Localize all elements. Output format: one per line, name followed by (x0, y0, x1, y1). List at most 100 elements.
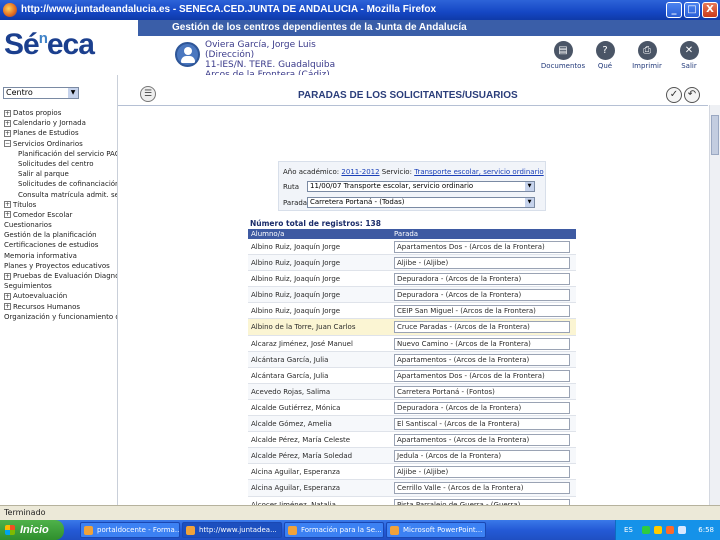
table-row[interactable]: Acevedo Rojas, Salima Carretera Portaná -… (248, 383, 576, 400)
table-row[interactable]: Alcalde Pérez, María Celeste Apartamentos… (248, 432, 576, 449)
sidebar-item[interactable]: + Títulos (0, 200, 117, 210)
language-indicator[interactable]: ES (624, 520, 633, 540)
taskbar-item-2[interactable]: http://www.juntadea... (182, 522, 282, 538)
sidebar-item-label: Títulos (13, 200, 37, 209)
expand-plus-icon[interactable]: + (4, 129, 11, 137)
sidebar-item[interactable]: Organización y funcionamiento del centro (0, 312, 117, 322)
expand-plus-icon[interactable]: + (4, 272, 11, 280)
sidebar-item[interactable]: + Comedor Escolar (0, 210, 117, 220)
clock: 6:58 (698, 526, 714, 534)
table-row[interactable]: Albino Ruiz, Joaquín Jorge Aljibe - (Alji… (248, 255, 576, 272)
sidebar-item[interactable]: − Servicios Ordinarios (0, 139, 117, 149)
stop-field[interactable]: El Santiscal - (Arcos de la Frontera) (394, 418, 570, 431)
stop-field[interactable]: Apartamentos - (Arcos de la Frontera) (394, 434, 570, 447)
stop-field[interactable]: Nuevo Camino - (Arcos de la Frontera) (394, 337, 570, 350)
expand-plus-icon[interactable]: + (4, 211, 11, 219)
sidebar-item[interactable]: Solicitudes del centro (0, 159, 117, 169)
sidebar-item[interactable]: + Datos propios (0, 108, 117, 118)
vertical-scrollbar[interactable] (709, 105, 720, 505)
network-icon[interactable] (654, 526, 662, 534)
stop-field[interactable]: Apartamentos Dos - (Arcos de la Frontera… (394, 369, 570, 382)
stop-field[interactable]: CEIP San Miguel - (Arcos de la Frontera) (394, 305, 570, 318)
table-row[interactable]: Alcántara García, Julia Apartamentos - (A… (248, 351, 576, 368)
stop-field[interactable]: Aljibe - (Aljibe) (394, 466, 570, 479)
taskbar-item-4[interactable]: Microsoft PowerPoint... (386, 522, 486, 538)
student-name: Alcántara García, Julia (251, 355, 329, 364)
parada-select[interactable]: Carretera Portaná - (Todas) ▼ (307, 197, 535, 208)
table-row[interactable]: Albino de la Torre, Juan Carlos Cruce Par… (248, 319, 576, 336)
chevron-down-icon: ▼ (525, 198, 534, 207)
expand-plus-icon[interactable]: + (4, 109, 11, 117)
sidebar-item[interactable]: Planificación del servicio PAC (0, 149, 117, 159)
table-row[interactable]: Alcalde Pérez, María Soledad Jedula - (Ar… (248, 448, 576, 465)
taskbar-item-1[interactable]: portaldocente - Forma... (80, 522, 180, 538)
menu-tree: + Datos propios + Calendario y Jornada + Plan… (0, 108, 117, 322)
messenger-icon[interactable] (678, 526, 686, 534)
sidebar-item[interactable]: Memoria informativa (0, 251, 117, 261)
sidebar-item[interactable]: + Recursos Humanos (0, 302, 117, 312)
stop-field[interactable]: Depuradora - (Arcos de la Frontera) (394, 401, 570, 414)
stop-field[interactable]: Depuradora - (Arcos de la Frontera) (394, 289, 570, 302)
table-row[interactable]: Alcalde Gómez, Amelia El Santiscal - (Arc… (248, 416, 576, 433)
sidebar-item[interactable]: Cuestionarios (0, 220, 117, 230)
sidebar-item[interactable]: +Pruebas de Evaluación Diagnóstica (0, 271, 117, 281)
table-row[interactable]: Albino Ruiz, Joaquín Jorge Depuradora - (… (248, 271, 576, 288)
sidebar-item[interactable]: + Calendario y Jornada (0, 118, 117, 128)
expand-plus-icon[interactable]: + (4, 292, 11, 300)
accept-check-icon[interactable]: ✓ (666, 87, 682, 103)
exit-button[interactable]: ✕ Salir (664, 41, 714, 70)
firefox-icon (3, 3, 17, 17)
close-button[interactable]: X (702, 2, 718, 18)
start-button[interactable]: Inicio (0, 520, 64, 540)
stop-field[interactable]: Aljibe - (Aljibe) (394, 257, 570, 270)
stop-field[interactable]: Cruce Paradas - (Arcos de la Frontera) (394, 321, 570, 334)
sidebar-item[interactable]: + Autoevaluación (0, 291, 117, 301)
stop-field[interactable]: Depuradora - (Arcos de la Frontera) (394, 273, 570, 286)
collapse-minus-icon[interactable]: − (4, 140, 11, 148)
sidebar-item[interactable]: Solicitudes de cofinanciación y inst (0, 179, 117, 189)
sidebar-item[interactable]: Gestión de la planificación (0, 230, 117, 240)
student-name: Alcaraz Jiménez, José Manuel (251, 339, 353, 348)
table-row[interactable]: Albino Ruiz, Joaquín Jorge CEIP San Migue… (248, 303, 576, 320)
expand-plus-icon[interactable]: + (4, 119, 11, 127)
shield-icon[interactable] (642, 526, 650, 534)
table-row[interactable]: Alcalde Gutiérrez, Mónica Depuradora - (A… (248, 400, 576, 417)
stop-field[interactable]: Apartamentos - (Arcos de la Frontera) (394, 353, 570, 366)
taskbar-item-3[interactable]: Formación para la Se... (284, 522, 384, 538)
stop-field[interactable]: Apartamentos Dos - (Arcos de la Frontera… (394, 241, 570, 253)
table-row[interactable]: Alcaraz Jiménez, José Manuel Nuevo Camino… (248, 336, 576, 352)
sidebar-item[interactable]: Seguimientos (0, 281, 117, 291)
user-role: (Dirección) (205, 50, 255, 60)
table-row[interactable]: Albino Ruiz, Joaquín Jorge Apartamentos D… (248, 239, 576, 256)
sidebar-item[interactable]: Planes y Proyectos educativos (0, 261, 117, 271)
table-row[interactable]: Albino Ruiz, Joaquín Jorge Depuradora - (… (248, 287, 576, 304)
help-label: Qué (597, 62, 613, 70)
logo-text-main: Sé (4, 28, 40, 61)
chevron-down-icon: ▼ (525, 182, 534, 191)
table-row[interactable]: Alcántara García, Julia Apartamentos Dos … (248, 368, 576, 384)
back-arrow-icon[interactable]: ↶ (684, 87, 700, 103)
volume-icon[interactable] (666, 526, 674, 534)
expand-plus-icon[interactable]: + (4, 303, 11, 311)
table-row[interactable]: Alcina Aguilar, Esperanza Aljibe - (Aljib… (248, 464, 576, 481)
expand-plus-icon[interactable]: + (4, 201, 11, 209)
stop-field[interactable]: Cerrillo Valle - (Arcos de la Frontera) (394, 482, 570, 495)
ruta-select[interactable]: 11/00/07 Transporte escolar, servicio or… (307, 181, 535, 192)
table-row[interactable]: Alcina Aguilar, Esperanza Cerrillo Valle … (248, 480, 576, 497)
sidebar-item[interactable]: + Planes de Estudios (0, 128, 117, 138)
minimize-button[interactable]: _ (666, 2, 682, 18)
sidebar-item-label: Datos propios (13, 109, 62, 117)
scroll-thumb[interactable] (711, 115, 719, 155)
profile-select[interactable]: Centro ▼ (3, 87, 79, 99)
sidebar-item-label: Autoevaluación (13, 292, 68, 301)
stop-field[interactable]: Jedula - (Arcos de la Frontera) (394, 450, 570, 463)
stop-field[interactable]: Carretera Portaná - (Fontos) (394, 385, 570, 398)
menu-toggle-icon[interactable]: ☰ (140, 86, 156, 102)
sidebar-item[interactable]: Certificaciones de estudios (0, 240, 117, 250)
service-link[interactable]: Transporte escolar, servicio ordinario (414, 168, 544, 176)
sidebar-item[interactable]: Consulta matrícula admit. selec. cert (0, 190, 117, 200)
sidebar-menu: Centro ▼ + Datos propios + Calendario y Jor… (0, 75, 118, 505)
maximize-button[interactable]: □ (684, 2, 700, 18)
sidebar-item[interactable]: Salir al parque (0, 169, 117, 179)
year-link[interactable]: 2011-2012 (341, 168, 379, 176)
